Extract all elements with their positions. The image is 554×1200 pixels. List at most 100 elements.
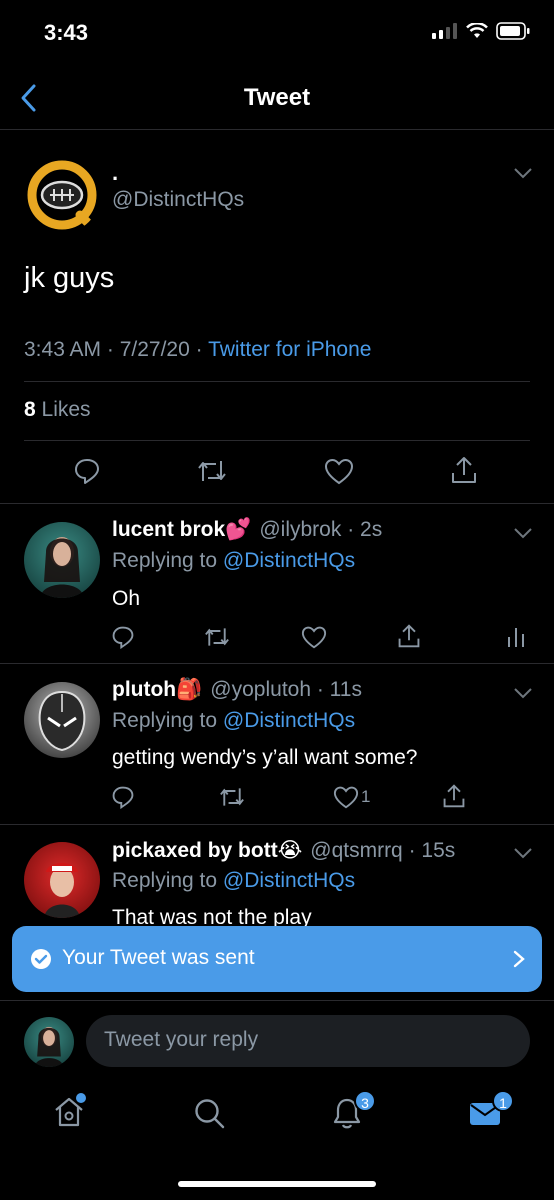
divider bbox=[0, 824, 554, 825]
reply-options-button[interactable] bbox=[512, 846, 534, 865]
divider bbox=[0, 503, 554, 504]
toast-text: Your Tweet was sent bbox=[62, 946, 255, 969]
page-title: Tweet bbox=[243, 84, 311, 111]
reply-author-name: lucent brok bbox=[112, 518, 226, 541]
chevron-down-icon bbox=[514, 848, 532, 859]
replying-prefix: Replying to bbox=[112, 549, 223, 572]
divider bbox=[0, 663, 554, 664]
replying-to: Replying to @DistinctHQs bbox=[112, 549, 355, 573]
retweet-button[interactable] bbox=[218, 785, 246, 809]
share-button[interactable] bbox=[442, 783, 466, 809]
divider bbox=[0, 1000, 554, 1001]
list-item[interactable]: lucent brok💕 @ilybrok · 2s bbox=[112, 518, 512, 542]
share-button[interactable] bbox=[397, 623, 421, 649]
tab-messages[interactable]: 1 bbox=[468, 1090, 514, 1133]
tweet-options-button[interactable] bbox=[512, 166, 534, 185]
like-button[interactable]: 1 bbox=[333, 785, 370, 809]
reply-button[interactable] bbox=[111, 785, 135, 809]
heart-icon bbox=[324, 458, 354, 485]
status-icons bbox=[432, 22, 530, 40]
replying-to: Replying to @DistinctHQs bbox=[112, 709, 355, 733]
tweet-meta: 3:43 AM · 7/27/20 · Twitter for iPhone bbox=[24, 338, 371, 362]
battery-icon bbox=[496, 22, 530, 40]
status-time: 3:43 bbox=[44, 20, 89, 45]
reply-author-handle: @ilybrok bbox=[259, 518, 342, 541]
author-handle[interactable]: @DistinctHQs bbox=[112, 188, 244, 212]
likes-count[interactable]: 8 Likes bbox=[24, 398, 91, 422]
reply-icon bbox=[75, 459, 99, 484]
tab-search[interactable] bbox=[192, 1096, 226, 1135]
reply-text: getting wendy’s y’all want some? bbox=[112, 746, 418, 769]
reply-age: · 11s bbox=[311, 678, 362, 701]
reply-age: · 2s bbox=[341, 518, 383, 541]
retweet-icon bbox=[220, 788, 244, 806]
distinct-logo-icon bbox=[27, 160, 100, 233]
tweet-actions bbox=[0, 455, 554, 491]
chevron-down-icon bbox=[514, 528, 532, 539]
list-item[interactable]: pickaxed by bott😭 @qtsmrrq · 15s bbox=[112, 838, 512, 863]
chevron-right-icon bbox=[513, 950, 525, 968]
replying-to-link[interactable]: @DistinctHQs bbox=[223, 869, 355, 892]
author-avatar[interactable] bbox=[24, 157, 100, 233]
share-button[interactable] bbox=[450, 455, 478, 485]
new-content-dot bbox=[76, 1093, 86, 1103]
analytics-icon bbox=[508, 628, 524, 647]
reply-icon bbox=[112, 786, 134, 809]
analytics-button[interactable] bbox=[506, 625, 526, 649]
reply-author-emoji: 😭 bbox=[277, 839, 303, 862]
chevron-down-icon bbox=[514, 168, 532, 179]
reply-options-button[interactable] bbox=[512, 686, 534, 705]
like-button[interactable] bbox=[301, 625, 327, 649]
retweet-icon bbox=[198, 461, 226, 481]
heart-icon bbox=[333, 786, 359, 809]
list-item[interactable]: plutoh🎒 @yoplutoh · 11s bbox=[112, 678, 512, 702]
retweet-button[interactable] bbox=[203, 625, 231, 649]
notifications-badge: 3 bbox=[354, 1090, 376, 1112]
tab-notifications[interactable]: 3 bbox=[330, 1090, 376, 1135]
tweet-source-link[interactable]: Twitter for iPhone bbox=[208, 338, 371, 361]
divider bbox=[24, 440, 530, 441]
chevron-down-icon bbox=[514, 688, 532, 699]
heart-icon bbox=[301, 626, 327, 649]
reply-author-handle: @yoplutoh bbox=[210, 678, 312, 701]
reply-input[interactable]: Tweet your reply bbox=[86, 1015, 530, 1067]
person-silhouette-icon bbox=[34, 1026, 64, 1067]
reply-author-name: pickaxed by bott bbox=[112, 839, 278, 862]
person-silhouette-icon bbox=[40, 537, 84, 598]
search-icon bbox=[195, 1099, 225, 1129]
retweet-button[interactable] bbox=[196, 457, 228, 485]
reply-input-placeholder: Tweet your reply bbox=[104, 1028, 259, 1051]
likes-number: 8 bbox=[24, 398, 36, 421]
reply-actions: 1 bbox=[0, 783, 554, 813]
reply-actions bbox=[0, 623, 554, 653]
replying-to-link[interactable]: @DistinctHQs bbox=[223, 709, 355, 732]
like-button[interactable] bbox=[324, 457, 354, 485]
replying-prefix: Replying to bbox=[112, 709, 223, 732]
signal-icon bbox=[432, 23, 457, 39]
reply-button[interactable] bbox=[73, 457, 101, 485]
reply-age: · 15s bbox=[402, 839, 456, 862]
avatar[interactable] bbox=[24, 682, 100, 758]
reply-author-emoji: 🎒 bbox=[176, 678, 203, 701]
replying-to-link[interactable]: @DistinctHQs bbox=[223, 549, 355, 572]
tweet-sent-toast[interactable]: Your Tweet was sent bbox=[12, 926, 542, 992]
reply-author-emoji: 💕 bbox=[225, 518, 252, 541]
likes-label: Likes bbox=[35, 398, 91, 421]
author-display-name[interactable]: . bbox=[112, 160, 118, 186]
share-icon bbox=[398, 624, 420, 648]
replying-prefix: Replying to bbox=[112, 869, 223, 892]
avatar[interactable] bbox=[24, 522, 100, 598]
reply-icon bbox=[112, 626, 134, 649]
tweet-timestamp: 3:43 AM · 7/27/20 · bbox=[24, 338, 209, 361]
helmet-icon bbox=[38, 690, 86, 752]
tab-home[interactable] bbox=[52, 1093, 86, 1134]
reply-options-button[interactable] bbox=[512, 526, 534, 545]
share-icon bbox=[452, 457, 476, 483]
person-red-cap-icon bbox=[44, 863, 80, 918]
avatar[interactable] bbox=[24, 842, 100, 918]
reply-button[interactable] bbox=[111, 625, 135, 649]
wifi-icon bbox=[466, 23, 488, 38]
current-user-avatar[interactable] bbox=[24, 1017, 74, 1067]
reply-text: Oh bbox=[112, 587, 141, 610]
check-circle-icon bbox=[31, 949, 51, 969]
